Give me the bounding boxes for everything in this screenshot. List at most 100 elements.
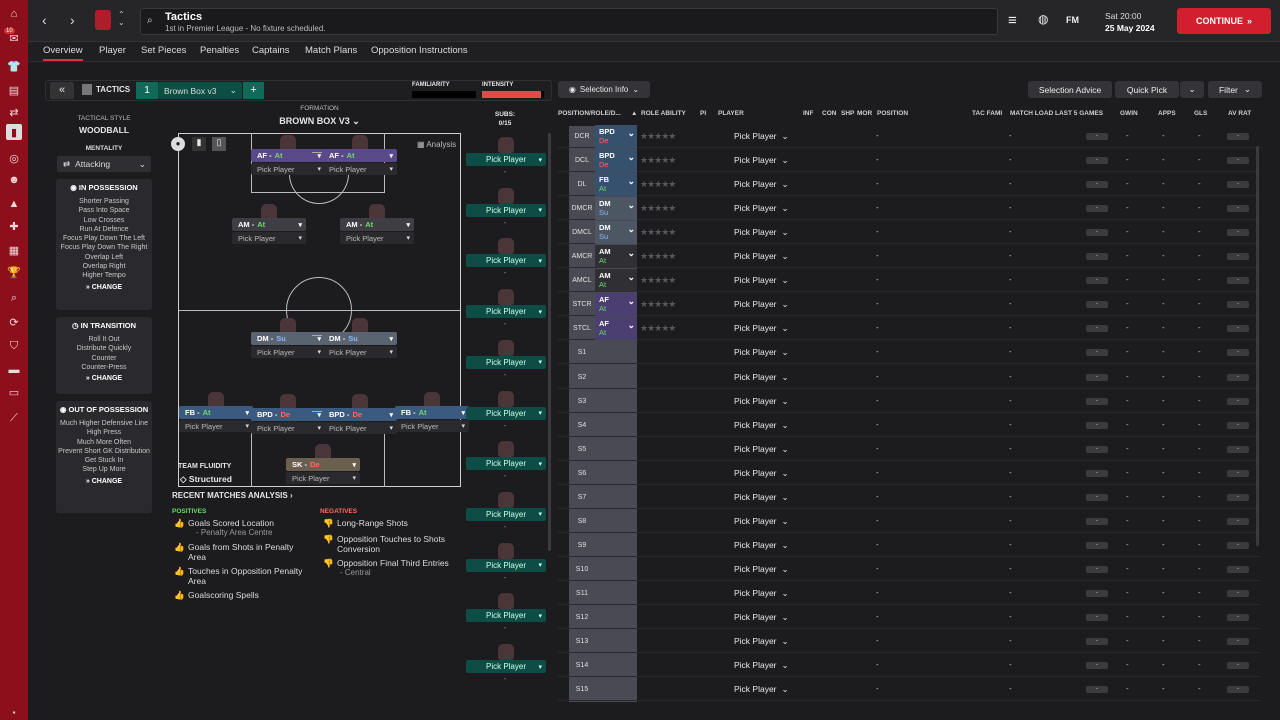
pick-player-select[interactable]: Pick Player xyxy=(251,422,325,434)
pick-player-select[interactable]: Pick Player xyxy=(734,203,789,214)
sub-pick-player-button[interactable]: Pick Player xyxy=(466,507,546,521)
pick-player-select[interactable]: Pick Player xyxy=(734,684,789,695)
column-header[interactable]: INF xyxy=(803,110,813,117)
pick-player-select[interactable]: Pick Player xyxy=(734,420,789,431)
player-slot[interactable]: FB -At Pick Player xyxy=(179,392,253,432)
menu-icon[interactable]: ≡ xyxy=(1008,12,1017,29)
role-duty-selector[interactable]: AM At xyxy=(595,245,637,269)
table-row[interactable]: S6 Pick Player - - - - - - - xyxy=(558,462,1260,485)
column-header[interactable]: SHP xyxy=(841,110,854,117)
column-header[interactable]: PLAYER xyxy=(718,110,744,117)
tactic-slot[interactable]: 1 xyxy=(136,82,158,99)
sub-pick-player-button[interactable]: Pick Player xyxy=(466,254,546,268)
table-row[interactable]: S8 Pick Player - - - - - - - xyxy=(558,510,1260,533)
role-duty-selector[interactable]: AF At xyxy=(595,293,637,317)
schedule-icon[interactable]: ▦ xyxy=(6,242,22,258)
table-row[interactable]: S14 Pick Player - - - - - - - xyxy=(558,654,1260,678)
analysis-toggle[interactable]: ▦ Analysis xyxy=(417,140,456,149)
table-row[interactable]: S12 Pick Player - - - - - - - xyxy=(558,606,1260,629)
add-tactic-button[interactable]: + xyxy=(243,82,264,99)
pick-player-select[interactable]: Pick Player xyxy=(734,444,789,455)
player-slot[interactable]: DM -Su Pick Player xyxy=(323,318,397,358)
squad-icon[interactable]: 👕 xyxy=(6,58,22,74)
staff-icon[interactable]: ☻ xyxy=(6,172,22,188)
pick-player-select[interactable]: Pick Player xyxy=(251,163,325,175)
tab-penalties[interactable]: Penalties xyxy=(200,45,239,56)
club-switch-icon[interactable]: ⌃ ⌄ xyxy=(118,11,125,27)
pick-player-select[interactable]: Pick Player xyxy=(734,540,789,551)
pick-player-select[interactable]: Pick Player xyxy=(734,347,789,358)
out-of-possession-change-button[interactable]: » CHANGE xyxy=(56,478,152,485)
pick-player-select[interactable]: Pick Player xyxy=(734,323,789,334)
role-selector[interactable]: AM - At xyxy=(232,218,306,231)
role-selector[interactable]: AM - At xyxy=(340,218,414,231)
dev-centre-icon[interactable]: ▭ xyxy=(6,384,22,400)
pick-player-select[interactable]: Pick Player xyxy=(734,275,789,286)
table-row[interactable]: S13 Pick Player - - - - - - - xyxy=(558,630,1260,654)
role-duty-selector[interactable]: BPD De xyxy=(595,125,637,148)
role-duty-selector[interactable]: AF At xyxy=(595,317,637,341)
table-row[interactable]: S3 Pick Player - - - - - - - xyxy=(558,390,1260,413)
pick-player-select[interactable]: Pick Player xyxy=(323,163,397,175)
quick-pick-dropdown-icon[interactable]: ⌄ xyxy=(1180,81,1204,98)
mentality-select[interactable]: ⇄ Attacking xyxy=(57,156,151,172)
tactic-select[interactable]: Brown Box v3 xyxy=(158,82,242,99)
pick-player-select[interactable]: Pick Player xyxy=(734,179,789,190)
column-header[interactable]: CON xyxy=(822,110,836,117)
pick-player-select[interactable]: Pick Player xyxy=(734,612,789,623)
stats-view-icon[interactable]: ▮ xyxy=(192,137,206,151)
pick-player-select[interactable]: Pick Player xyxy=(734,468,789,479)
pick-player-select[interactable]: Pick Player xyxy=(734,372,789,383)
pick-player-select[interactable]: Pick Player xyxy=(734,588,789,599)
pick-player-select[interactable]: Pick Player xyxy=(734,227,789,238)
column-header[interactable]: GWIN xyxy=(1120,110,1138,117)
player-slot[interactable]: AF -At Pick Player xyxy=(323,135,397,175)
role-duty-selector[interactable]: FB At xyxy=(595,173,637,197)
dynamics-icon[interactable]: ⇄ xyxy=(6,104,22,120)
pick-player-select[interactable]: Pick Player xyxy=(734,251,789,262)
sub-pick-player-button[interactable]: Pick Player xyxy=(466,558,546,572)
role-duty-selector[interactable]: BPD De xyxy=(595,149,637,173)
club-vision-icon[interactable]: ⛉ xyxy=(6,338,22,354)
table-row[interactable]: S2 Pick Player - - - - - - - xyxy=(558,366,1260,389)
column-header[interactable]: APPS xyxy=(1158,110,1176,117)
table-row[interactable]: S11 Pick Player - - - - - - - xyxy=(558,582,1260,605)
table-row[interactable]: DCRBPDDe★★★★★Pick Player------- xyxy=(558,125,1260,148)
pick-player-select[interactable]: Pick Player xyxy=(734,660,789,671)
fm-logo[interactable]: FM xyxy=(1066,15,1079,25)
table-row[interactable]: DLFBAt★★★★★Pick Player------- xyxy=(558,173,1260,197)
club-badge-icon[interactable] xyxy=(95,10,111,30)
tab-match-plans[interactable]: Match Plans xyxy=(305,45,357,56)
finances-icon[interactable]: ▬ xyxy=(6,362,22,378)
table-row[interactable]: S10 Pick Player - - - - - - - xyxy=(558,558,1260,581)
column-header[interactable]: MOR xyxy=(857,110,872,117)
role-view-icon[interactable]: ▯ xyxy=(212,137,226,151)
filter-button[interactable]: Filter ⌄ xyxy=(1208,81,1262,98)
pick-player-select[interactable]: Pick Player xyxy=(179,420,253,432)
table-scrollbar[interactable] xyxy=(1256,146,1259,546)
table-row[interactable]: STCLAFAt★★★★★Pick Player------- xyxy=(558,317,1260,341)
tab-captains[interactable]: Captains xyxy=(252,45,290,56)
player-slot[interactable]: FB -At Pick Player xyxy=(395,392,469,432)
column-header[interactable]: ROLE ABILITY xyxy=(641,110,686,117)
in-transition-change-button[interactable]: » CHANGE xyxy=(56,375,152,382)
table-row[interactable]: AMCRAMAt★★★★★Pick Player------- xyxy=(558,245,1260,269)
pick-player-select[interactable]: Pick Player xyxy=(734,299,789,310)
pick-player-select[interactable]: Pick Player xyxy=(340,232,414,244)
tactics-icon[interactable]: ▮ xyxy=(6,124,22,140)
quick-pick-button[interactable]: Quick Pick xyxy=(1115,81,1179,98)
column-header[interactable]: TAC FAMI xyxy=(972,110,1002,117)
player-slot[interactable]: SK -De Pick Player xyxy=(286,444,360,484)
sub-pick-player-button[interactable]: Pick Player xyxy=(466,406,546,420)
pick-player-select[interactable]: Pick Player xyxy=(286,472,360,484)
world-icon[interactable]: ◍ xyxy=(1038,12,1048,26)
role-selector[interactable]: DM - Su xyxy=(251,332,325,345)
player-slot[interactable]: BPD -De Pick Player xyxy=(323,394,397,434)
pick-player-select[interactable]: Pick Player xyxy=(734,131,789,142)
sub-pick-player-button[interactable]: Pick Player xyxy=(466,609,546,623)
subs-scrollbar[interactable] xyxy=(548,133,551,551)
column-header[interactable]: PI xyxy=(700,110,706,117)
role-selector[interactable]: FB - At xyxy=(395,406,469,419)
competitions-icon[interactable]: 🏆 xyxy=(6,264,22,280)
pick-player-select[interactable]: Pick Player xyxy=(734,636,789,647)
